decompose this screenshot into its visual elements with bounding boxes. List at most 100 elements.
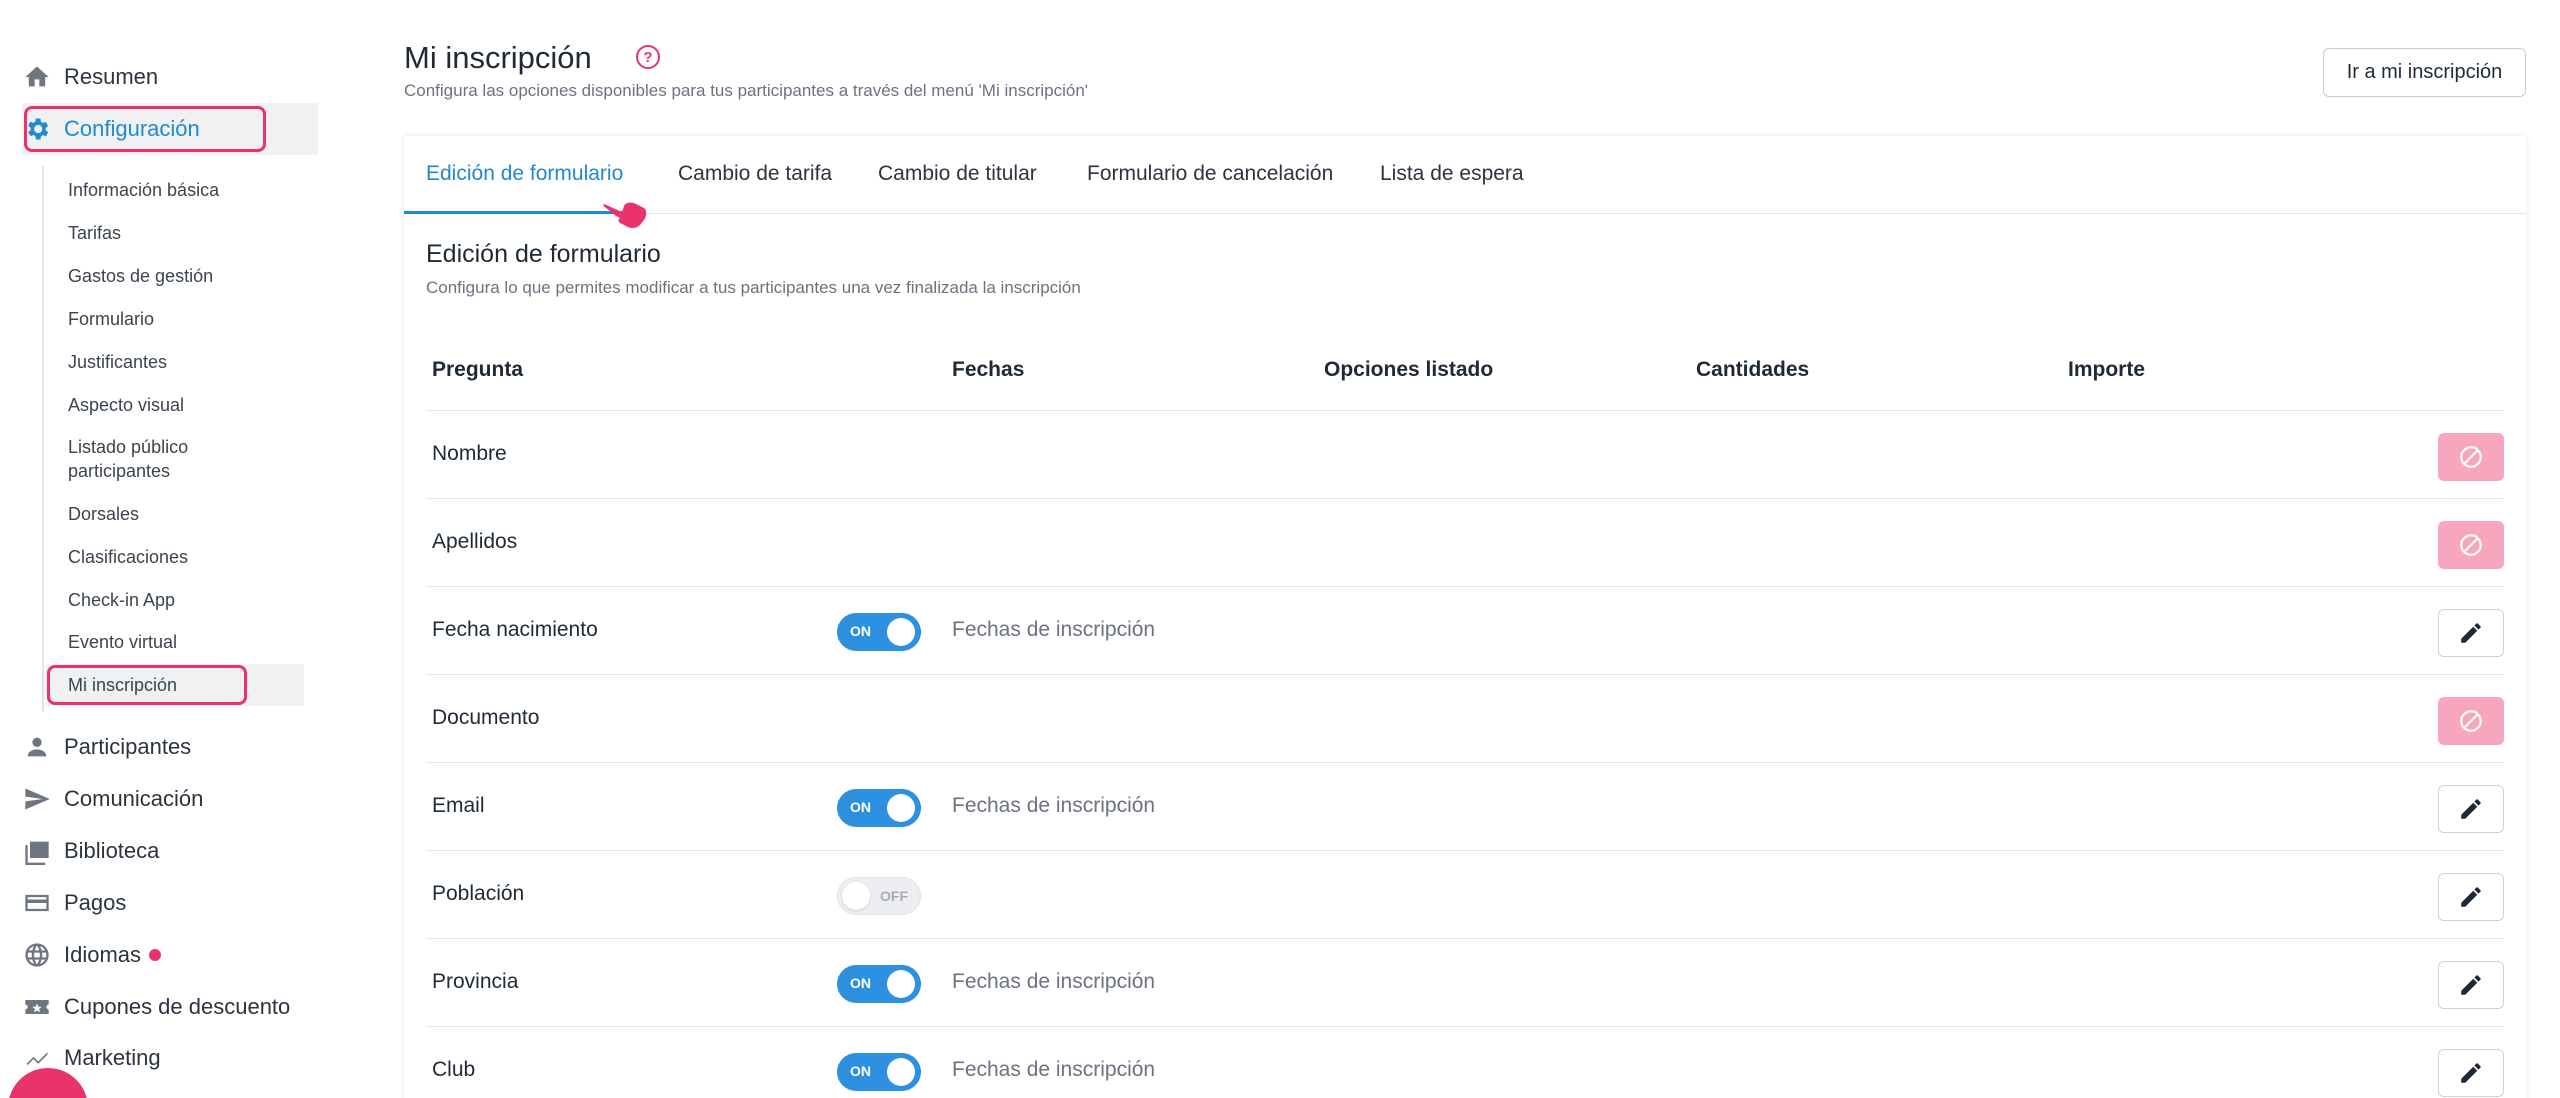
pencil-icon <box>2461 1063 2481 1083</box>
subnav-item-justificantes[interactable]: Justificantes <box>68 350 167 374</box>
disabled-button <box>2438 433 2504 481</box>
pointer-hand-icon <box>603 202 647 229</box>
table-row: Población OFF <box>426 850 2504 938</box>
go-to-my-registration-button[interactable]: Ir a mi inscripción <box>2323 48 2526 97</box>
block-icon <box>2460 710 2482 732</box>
photo-library-icon <box>22 836 52 866</box>
toggle-label: ON <box>850 975 871 991</box>
subnav-item-evento-virtual[interactable]: Evento virtual <box>68 630 177 654</box>
table-row: Provincia ON Fechas de inscripción <box>426 938 2504 1026</box>
toggle-label: OFF <box>880 888 908 904</box>
subnav-item-informacion-basica[interactable]: Información básica <box>68 178 219 202</box>
toggle-switch[interactable]: ON <box>837 613 921 651</box>
toggle-switch[interactable]: ON <box>837 965 921 1003</box>
table-row: Club ON Fechas de inscripción <box>426 1026 2504 1098</box>
toggle-switch[interactable]: ON <box>837 1053 921 1091</box>
pencil-icon <box>2461 887 2481 907</box>
sidebar: Resumen Configuración Información básica… <box>0 0 330 1098</box>
column-header-fechas: Fechas <box>952 358 1025 381</box>
question-label: Email <box>432 794 485 817</box>
tab-edicion-de-formulario[interactable]: Edición de formulario <box>426 162 623 186</box>
credit-card-icon <box>22 888 52 918</box>
sidebar-item-label: Marketing <box>64 1045 161 1070</box>
column-header-pregunta: Pregunta <box>432 358 524 381</box>
ticket-icon <box>22 992 52 1022</box>
table-row: Nombre <box>426 410 2504 498</box>
tab-bar: Edición de formulario Cambio de tarifa C… <box>404 136 2526 214</box>
question-label: Fecha nacimiento <box>432 618 598 641</box>
subnav-item-mi-inscripcion[interactable]: Mi inscripción <box>68 673 177 697</box>
sidebar-item-label: Biblioteca <box>64 838 160 863</box>
toggle-knob <box>887 618 915 646</box>
question-circle-icon[interactable]: ? <box>636 45 660 69</box>
dates-value: Fechas de inscripción <box>952 794 1156 817</box>
toggle-knob <box>842 881 870 910</box>
sidebar-item-pagos[interactable]: Pagos <box>22 878 126 928</box>
sidebar-item-configuracion[interactable]: Configuración <box>22 104 200 154</box>
subnav-item-listado-publico[interactable]: Listado público participantes <box>68 435 228 483</box>
subnav-item-aspecto-visual[interactable]: Aspecto visual <box>68 393 184 417</box>
toggle-switch[interactable]: ON <box>837 789 921 827</box>
question-label: Apellidos <box>432 530 518 553</box>
sidebar-item-idiomas[interactable]: Idiomas <box>22 930 162 980</box>
subnav-divider <box>42 166 44 712</box>
sidebar-item-label: Configuración <box>64 116 200 141</box>
sidebar-item-cupones[interactable]: Cupones de descuento <box>22 982 290 1032</box>
send-icon <box>22 784 52 814</box>
tab-formulario-de-cancelacion[interactable]: Formulario de cancelación <box>1087 162 1333 186</box>
block-icon <box>2460 446 2482 468</box>
disabled-button <box>2438 521 2504 569</box>
edit-button[interactable] <box>2438 609 2504 657</box>
subnav-item-check-in-app[interactable]: Check-in App <box>68 588 175 612</box>
subnav-item-gastos-de-gestion[interactable]: Gastos de gestión <box>68 264 213 288</box>
tab-cambio-de-titular[interactable]: Cambio de titular <box>878 162 1037 186</box>
edit-button[interactable] <box>2438 785 2504 833</box>
question-label: Provincia <box>432 970 519 993</box>
sidebar-item-label: Idiomas <box>64 942 142 967</box>
subnav-item-formulario[interactable]: Formulario <box>68 307 154 331</box>
question-label: Documento <box>432 706 540 729</box>
section-subtitle: Configura lo que permites modificar a tu… <box>426 278 1081 297</box>
sidebar-item-label: Participantes <box>64 734 192 759</box>
sidebar-item-resumen[interactable]: Resumen <box>22 52 158 102</box>
toggle-knob <box>887 970 915 998</box>
sidebar-item-label: Cupones de descuento <box>64 994 291 1019</box>
tab-cambio-de-tarifa[interactable]: Cambio de tarifa <box>678 162 832 186</box>
edit-button[interactable] <box>2438 1049 2504 1097</box>
home-icon <box>22 62 52 92</box>
globe-icon <box>22 940 52 970</box>
column-header-opciones-listado: Opciones listado <box>1324 358 1494 381</box>
table-row: Email ON Fechas de inscripción <box>426 762 2504 850</box>
table-row: Documento <box>426 674 2504 762</box>
sidebar-item-participantes[interactable]: Participantes <box>22 722 191 772</box>
content-card: Edición de formulario Cambio de tarifa C… <box>404 136 2526 1098</box>
edit-button[interactable] <box>2438 873 2504 921</box>
pencil-icon <box>2461 975 2481 995</box>
disabled-button <box>2438 697 2504 745</box>
tab-lista-de-espera[interactable]: Lista de espera <box>1380 162 1524 186</box>
subnav-item-clasificaciones[interactable]: Clasificaciones <box>68 545 188 569</box>
page-subtitle: Configura las opciones disponibles para … <box>404 81 1089 100</box>
sidebar-item-biblioteca[interactable]: Biblioteca <box>22 826 159 876</box>
toggle-label: ON <box>850 623 871 639</box>
sidebar-item-label: Pagos <box>64 890 127 915</box>
page-title: Mi inscripción <box>404 40 592 75</box>
toggle-switch[interactable]: OFF <box>837 877 921 915</box>
question-label: Club <box>432 1058 476 1081</box>
sidebar-item-label: Comunicación <box>64 786 204 811</box>
toggle-knob <box>887 1058 915 1086</box>
table-row: Apellidos <box>426 498 2504 586</box>
block-icon <box>2460 534 2482 556</box>
pencil-icon <box>2461 623 2481 643</box>
question-label: Nombre <box>432 442 507 465</box>
edit-button[interactable] <box>2438 961 2504 1009</box>
notification-dot <box>149 949 162 961</box>
subnav-item-tarifas[interactable]: Tarifas <box>68 221 121 245</box>
table-row: Fecha nacimiento ON Fechas de inscripció… <box>426 586 2504 674</box>
dates-value: Fechas de inscripción <box>952 970 1156 993</box>
gear-icon <box>22 114 52 144</box>
pencil-icon <box>2461 799 2481 819</box>
section-title: Edición de formulario <box>426 240 661 268</box>
subnav-item-dorsales[interactable]: Dorsales <box>68 502 139 526</box>
sidebar-item-comunicacion[interactable]: Comunicación <box>22 774 203 824</box>
